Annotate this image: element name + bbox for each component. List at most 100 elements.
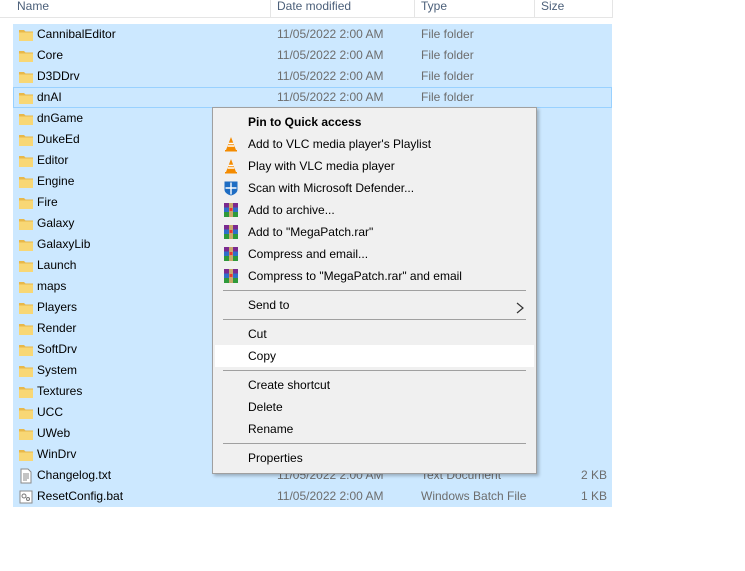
folder-icon [18, 174, 33, 189]
file-date-modified: 11/05/2022 2:00 AM [277, 27, 384, 41]
vlc-icon [223, 158, 239, 174]
winrar-icon [223, 246, 239, 262]
defender-icon [223, 180, 239, 196]
folder-icon [18, 384, 33, 399]
file-size [541, 45, 607, 66]
menu-item-cut[interactable]: Cut [215, 323, 534, 345]
menu-item-create-shortcut[interactable]: Create shortcut [215, 374, 534, 396]
menu-item-compress-and-email[interactable]: Compress and email... [215, 243, 534, 265]
file-name: CannibalEditor [37, 27, 116, 41]
folder-icon [18, 111, 33, 126]
folder-icon [18, 153, 33, 168]
column-divider[interactable] [534, 0, 535, 17]
menu-item-delete[interactable]: Delete [215, 396, 534, 418]
file-size [541, 87, 607, 108]
column-type-header[interactable]: Type [421, 0, 447, 16]
folder-icon [18, 300, 33, 315]
menu-item-label: Delete [248, 400, 283, 414]
menu-item-rename[interactable]: Rename [215, 418, 534, 440]
file-date-modified: 11/05/2022 2:00 AM [277, 489, 384, 503]
menu-item-label: Rename [248, 422, 294, 436]
file-row[interactable]: dnAI 11/05/2022 2:00 AM File folder [13, 87, 612, 108]
folder-icon [18, 447, 33, 462]
menu-item-scan-with-microsoft-defender[interactable]: Scan with Microsoft Defender... [215, 177, 534, 199]
file-date-modified: 11/05/2022 2:00 AM [277, 48, 384, 62]
file-size [541, 402, 607, 423]
file-size [541, 444, 607, 465]
menu-item-label: Properties [248, 451, 303, 465]
column-divider[interactable] [612, 0, 613, 17]
file-size [541, 381, 607, 402]
file-size [541, 360, 607, 381]
folder-icon [18, 321, 33, 336]
column-divider[interactable] [270, 0, 271, 17]
file-name: dnAI [37, 90, 62, 104]
file-size [541, 276, 607, 297]
file-row[interactable]: ResetConfig.bat 11/05/2022 2:00 AM Windows… [13, 486, 612, 507]
folder-icon [18, 342, 33, 357]
vlc-icon [223, 136, 239, 152]
menu-item-label: Compress and email... [248, 247, 369, 261]
column-name-header[interactable]: Name [17, 0, 49, 16]
file-size [541, 234, 607, 255]
file-size [541, 339, 607, 360]
file-type: File folder [421, 27, 474, 41]
menu-item-play-with-vlc-media-player[interactable]: Play with VLC media player [215, 155, 534, 177]
file-date-modified: 11/05/2022 2:00 AM [277, 90, 384, 104]
folder-icon [18, 363, 33, 378]
column-date-header[interactable]: Date modified [277, 0, 351, 16]
winrar-icon [223, 224, 239, 240]
batch-file-icon [18, 489, 33, 504]
file-name: Core [37, 48, 64, 62]
file-size [541, 318, 607, 339]
file-size [541, 66, 607, 87]
menu-item-label: Add to VLC media player's Playlist [248, 137, 432, 151]
file-type: File folder [421, 48, 474, 62]
file-size [541, 129, 607, 150]
menu-item-add-to-megapatch-rar[interactable]: Add to "MegaPatch.rar" [215, 221, 534, 243]
column-header: Name Date modified Type Size [0, 0, 613, 18]
file-name: D3DDrv [37, 69, 80, 83]
file-row[interactable]: CannibalEditor 11/05/2022 2:00 AM File fol… [13, 24, 612, 45]
file-size: 2 KB [580, 468, 607, 482]
menu-item-properties[interactable]: Properties [215, 447, 534, 469]
file-name: ResetConfig.bat [37, 489, 124, 503]
file-size [541, 213, 607, 234]
folder-icon [18, 237, 33, 252]
menu-item-compress-to-megapatch-rar-and-email[interactable]: Compress to "MegaPatch.rar" and email [215, 265, 534, 287]
file-row[interactable]: Core 11/05/2022 2:00 AM File folder [13, 45, 612, 66]
menu-item-add-to-archive[interactable]: Add to archive... [215, 199, 534, 221]
menu-item-label: Add to archive... [248, 203, 335, 217]
menu-item-label: Compress to "MegaPatch.rar" and email [248, 269, 462, 283]
folder-icon [18, 90, 33, 105]
folder-icon [18, 258, 33, 273]
column-size-header[interactable]: Size [541, 0, 564, 16]
menu-item-label: Play with VLC media player [248, 159, 395, 173]
folder-icon [18, 405, 33, 420]
menu-item-add-to-vlc-media-player-s-playlist[interactable]: Add to VLC media player's Playlist [215, 133, 534, 155]
menu-separator [223, 443, 526, 444]
folder-icon [18, 48, 33, 63]
menu-item-copy[interactable]: Copy [215, 345, 534, 367]
menu-item-send-to[interactable]: Send to [215, 294, 534, 316]
file-row[interactable]: D3DDrv 11/05/2022 2:00 AM File folder [13, 66, 612, 87]
menu-separator [223, 290, 526, 291]
folder-icon [18, 132, 33, 147]
menu-item-label: Pin to Quick access [248, 115, 362, 129]
winrar-icon [223, 202, 239, 218]
file-size [541, 192, 607, 213]
file-type: Windows Batch File [421, 489, 527, 503]
folder-icon [18, 69, 33, 84]
file-size [541, 255, 607, 276]
file-size [541, 108, 607, 129]
file-size [541, 24, 607, 45]
menu-separator [223, 319, 526, 320]
file-size [541, 297, 607, 318]
file-size [541, 171, 607, 192]
file-date-modified: 11/05/2022 2:00 AM [277, 69, 384, 83]
file-type: File folder [421, 69, 474, 83]
menu-item-label: Copy [248, 349, 277, 363]
menu-item-pin-to-quick-access[interactable]: Pin to Quick access [215, 111, 534, 133]
column-divider[interactable] [414, 0, 415, 17]
folder-icon [18, 27, 33, 42]
